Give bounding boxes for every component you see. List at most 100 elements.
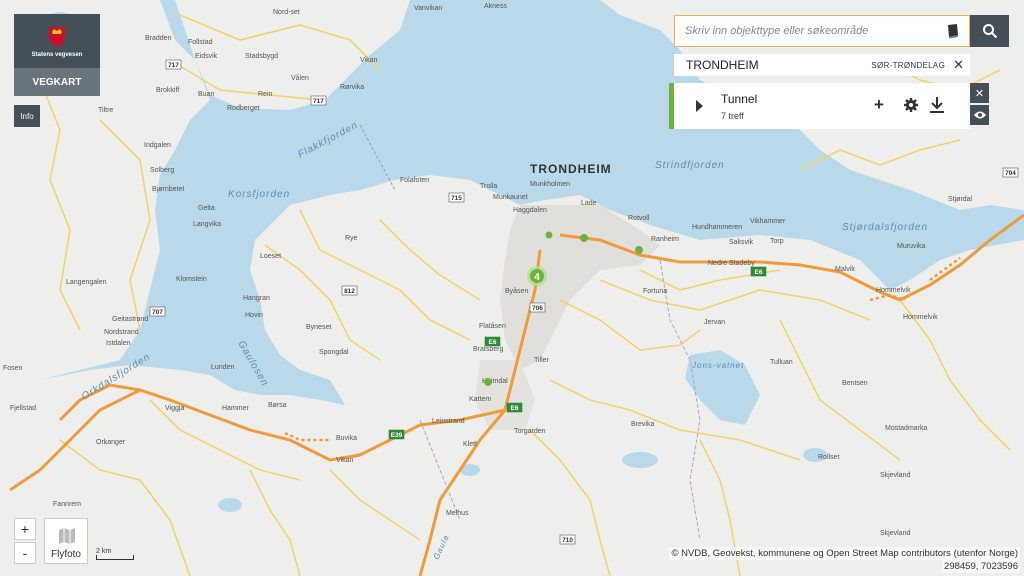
- place-label: Tulluan: [770, 359, 793, 366]
- place-label: Gelta: [198, 205, 215, 212]
- place-label: Bratsberg: [473, 346, 503, 353]
- search-input[interactable]: [683, 24, 945, 38]
- area-close-icon[interactable]: ✕: [953, 57, 964, 73]
- place-label: Langengalen: [66, 279, 107, 286]
- svg-text:717: 717: [168, 62, 179, 69]
- expand-arrow-icon[interactable]: [696, 100, 703, 112]
- place-label: Fosen: [3, 365, 23, 372]
- area-name: TRONDHEIM: [686, 58, 759, 72]
- place-label: Rotvoll: [628, 215, 650, 222]
- place-label: Hammer: [222, 405, 250, 412]
- place-label: Solberg: [150, 167, 174, 174]
- place-label: Leinstrand: [432, 418, 465, 425]
- svg-text:E39: E39: [391, 432, 403, 439]
- place-label: Malvik: [835, 266, 855, 273]
- place-label: Lade: [581, 200, 597, 207]
- place-label: Flatåsen: [479, 322, 506, 330]
- water-label-jonsvatnet: Jons-vatnet: [691, 361, 744, 370]
- road-shield: 710: [559, 534, 576, 545]
- svg-text:E6: E6: [511, 405, 519, 412]
- vegkart-button[interactable]: VEGKART: [14, 68, 100, 96]
- svg-text:812: 812: [344, 288, 355, 295]
- place-label: Brevika: [631, 421, 654, 428]
- search-button[interactable]: [970, 15, 1009, 47]
- place-label: Loeset: [260, 253, 281, 260]
- svg-text:710: 710: [562, 537, 573, 544]
- place-label: Rein: [258, 91, 273, 98]
- place-label: Vikhammer: [750, 218, 786, 225]
- result-tunnel[interactable]: Tunnel 7 treff +: [669, 83, 970, 129]
- close-icon: ✕: [974, 87, 985, 100]
- place-label: Trolla: [480, 183, 497, 190]
- place-label: Tiltre: [98, 107, 113, 114]
- svg-text:704: 704: [1005, 170, 1016, 177]
- place-label: Folafoten: [400, 177, 429, 184]
- place-label: Byneset: [306, 324, 331, 331]
- area-county: SØR-TRØNDELAG: [871, 60, 946, 70]
- lake-small-5: [218, 498, 242, 512]
- place-label: Muruvika: [897, 243, 926, 250]
- place-label: Rodberget: [227, 105, 260, 112]
- zoom-out-button[interactable]: -: [14, 542, 36, 564]
- book-icon[interactable]: [945, 23, 961, 39]
- flyfoto-button[interactable]: Flyfoto: [44, 518, 88, 564]
- place-label: Ranheim: [651, 236, 679, 243]
- close-result-button[interactable]: ✕: [970, 83, 989, 103]
- place-label: Langvika: [193, 221, 221, 228]
- place-label: Buvika: [336, 435, 357, 442]
- search-field: [674, 15, 970, 47]
- svg-text:E6: E6: [489, 339, 497, 346]
- place-label: Bradden: [145, 35, 172, 42]
- svg-text:717: 717: [313, 98, 324, 105]
- place-label: Hommelvik: [903, 314, 938, 321]
- place-label: Tiller: [534, 357, 550, 364]
- svg-text:706: 706: [532, 305, 543, 312]
- place-label: Eidsvik: [195, 53, 218, 60]
- place-label: Fjellstad: [10, 405, 36, 412]
- place-label: Vikan: [360, 57, 377, 64]
- place-label: Byåsen: [505, 287, 528, 295]
- zoom-in-button[interactable]: +: [14, 518, 36, 540]
- place-label: Rørvika: [340, 84, 364, 91]
- tunnel-marker[interactable]: [635, 246, 643, 254]
- place-label: Geitastrand: [112, 316, 148, 323]
- add-icon[interactable]: +: [874, 95, 884, 115]
- place-label: Fortuna: [643, 288, 667, 295]
- scale-label: 2 km: [96, 548, 112, 555]
- place-label: Buan: [198, 91, 214, 98]
- place-label: Bjørnbetet: [152, 186, 184, 193]
- agency-name: Statens vegvesen: [31, 52, 83, 58]
- place-label: Vanvikan: [414, 5, 442, 12]
- road-shield: 715: [448, 192, 465, 203]
- water-label-strindfjorden: Strindfjorden: [655, 160, 725, 171]
- place-label: Kattem: [469, 396, 491, 403]
- map-coordinates: 298459, 7023596: [942, 560, 1020, 573]
- place-label: Follstad: [188, 39, 213, 46]
- place-label: Bentsen: [842, 380, 868, 387]
- place-label: Stjørdal: [948, 196, 973, 203]
- place-label: Torp: [770, 238, 784, 245]
- place-label: Vålen: [291, 74, 309, 82]
- place-label: Klomstein: [176, 276, 207, 283]
- place-label: Munkholmen: [530, 181, 570, 188]
- place-label: Hangran: [243, 295, 270, 302]
- place-label: Vikan: [336, 457, 353, 464]
- place-label: Fannrem: [53, 501, 81, 508]
- tunnel-marker[interactable]: [545, 231, 553, 239]
- lake-small-1: [622, 452, 658, 468]
- place-label: Brokkiff: [156, 87, 179, 94]
- city-label-trondheim: TRONDHEIM: [530, 162, 612, 176]
- water-label-korsfjorden: Korsfjorden: [228, 189, 290, 200]
- gear-icon[interactable]: [903, 97, 919, 113]
- info-button[interactable]: Info: [14, 105, 40, 127]
- place-label: Hommelvik: [876, 287, 911, 294]
- place-label: Indgalen: [144, 142, 171, 149]
- place-label: Orkanger: [96, 439, 126, 446]
- tunnel-marker[interactable]: [580, 234, 588, 242]
- place-label: Viggja: [165, 405, 184, 412]
- toggle-visibility-button[interactable]: [970, 105, 989, 125]
- tunnel-marker[interactable]: [484, 378, 492, 386]
- agency-logo: Statens vegvesen: [14, 14, 100, 68]
- tunnel-cluster-marker[interactable]: 4: [527, 266, 547, 286]
- download-icon[interactable]: [929, 96, 945, 114]
